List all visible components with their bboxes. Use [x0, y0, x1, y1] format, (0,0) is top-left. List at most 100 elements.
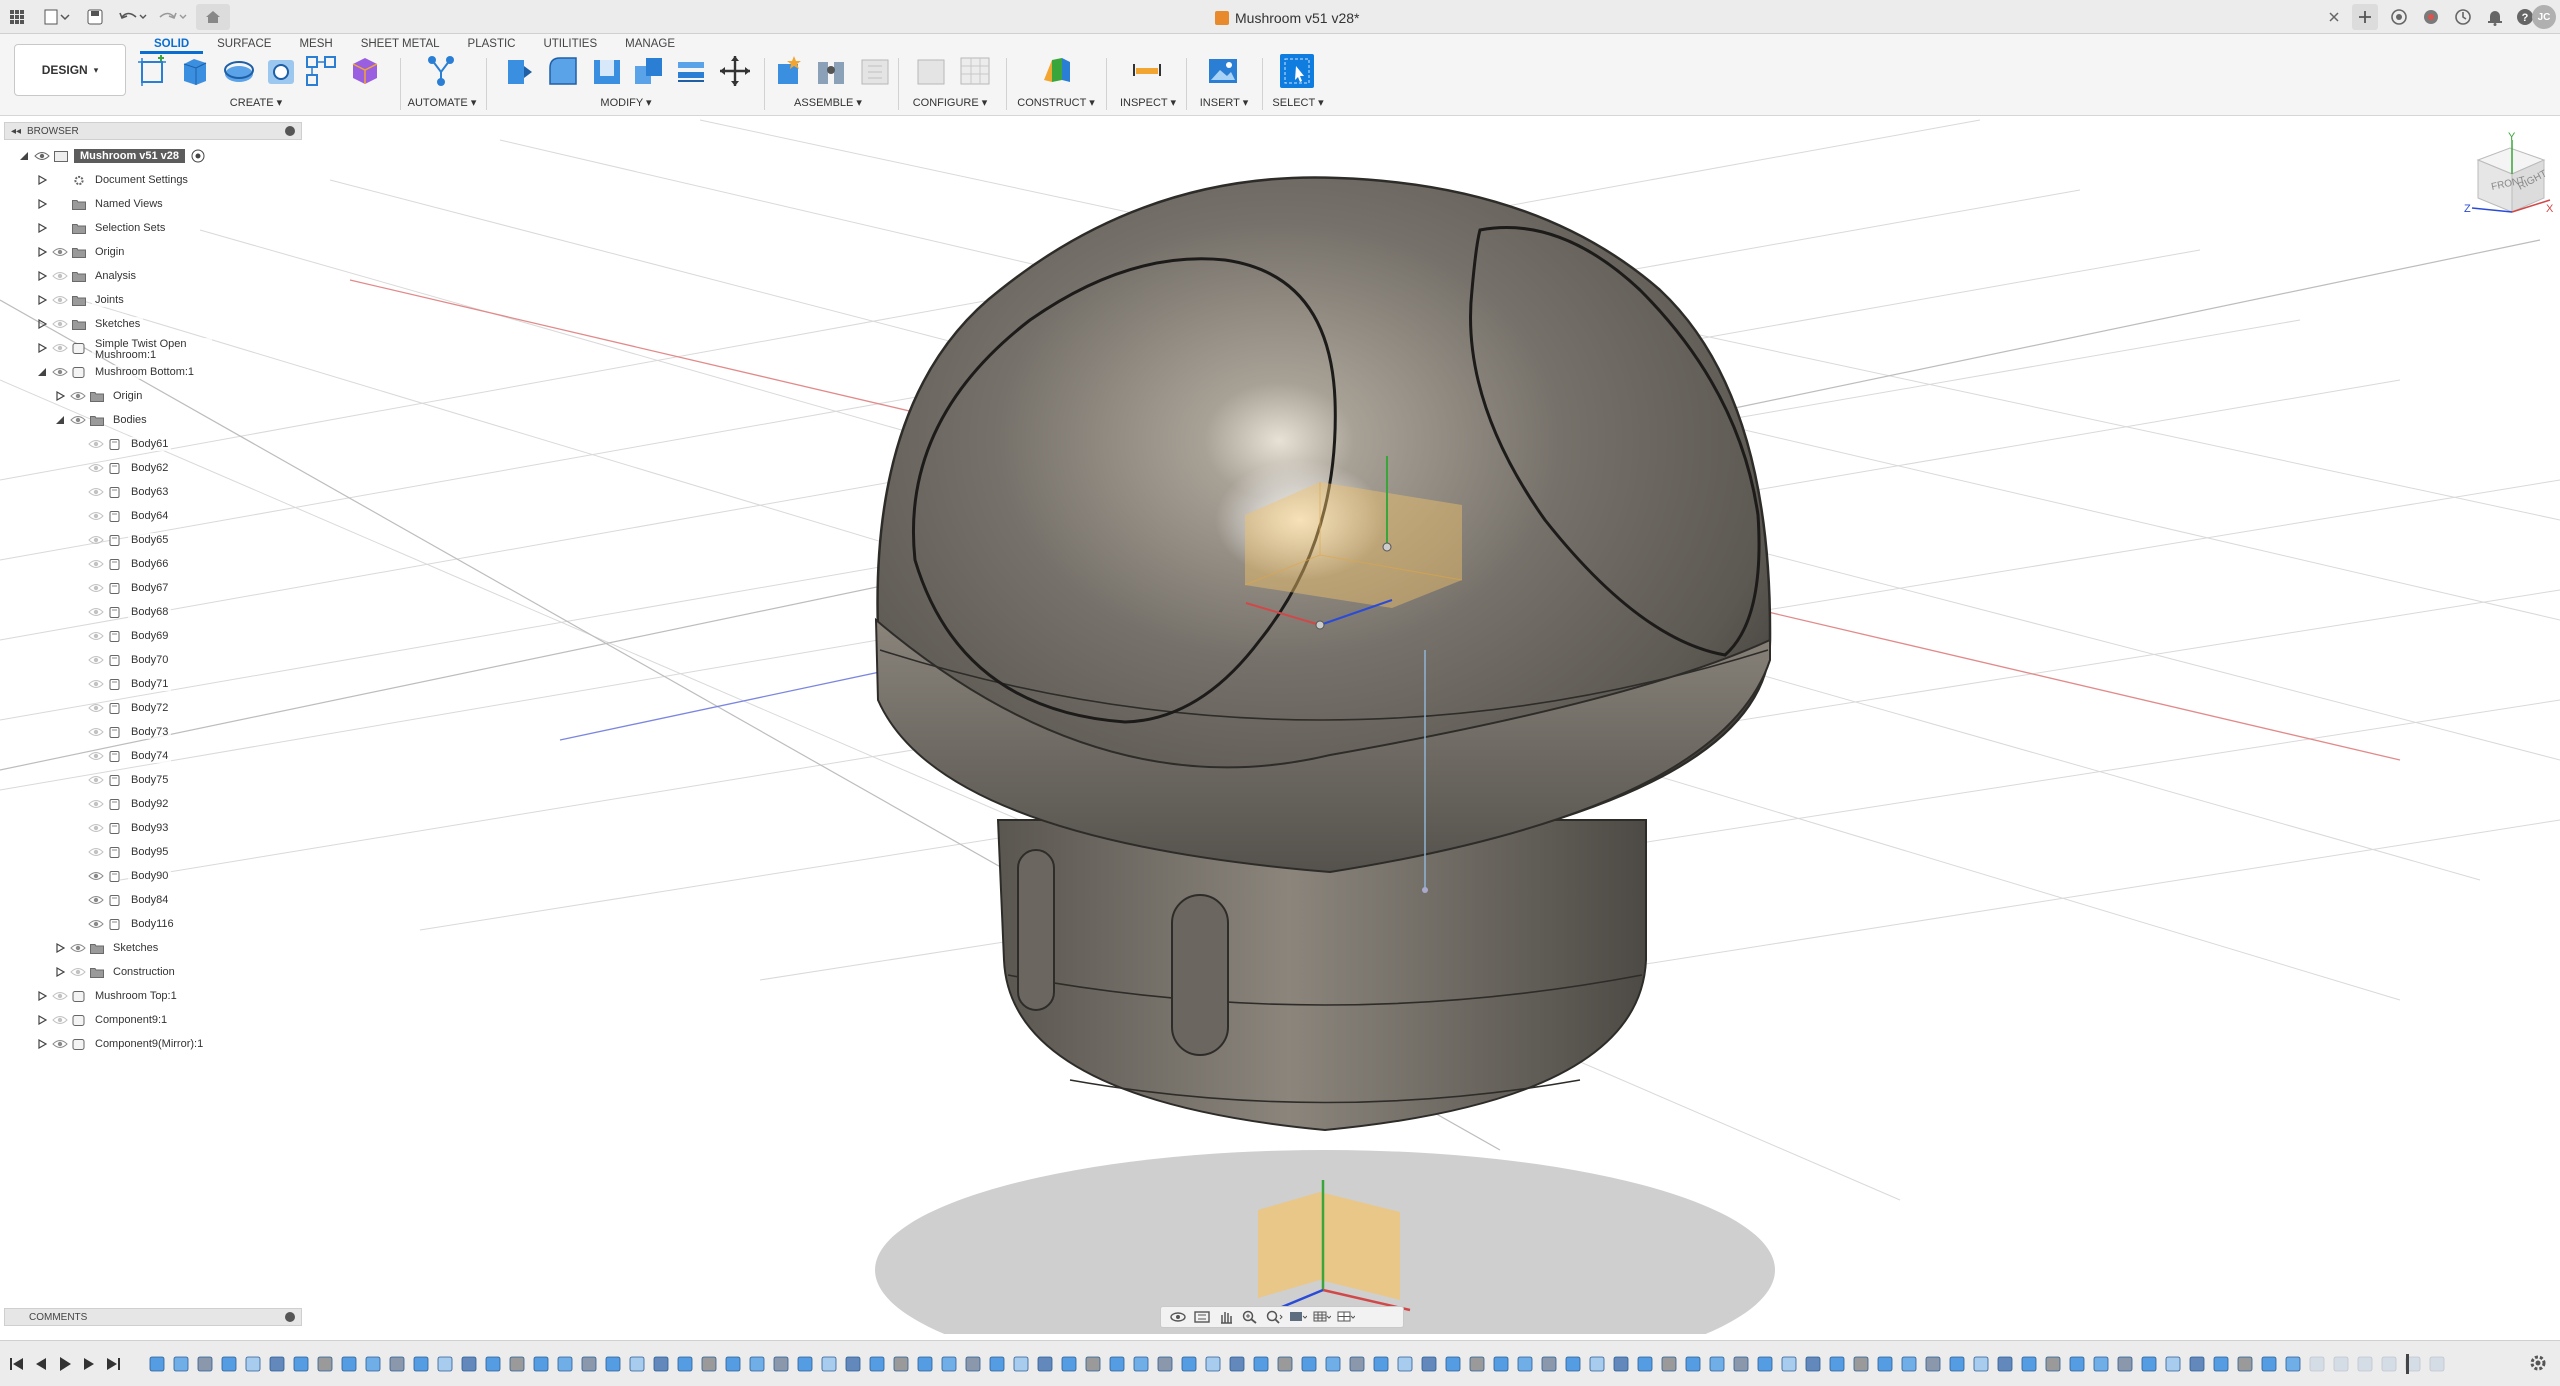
- tree-item-origin[interactable]: Origin: [54, 386, 146, 406]
- tree-item-origin[interactable]: Origin: [36, 242, 128, 262]
- timeline-feature[interactable]: [1805, 1356, 1821, 1372]
- timeline-feature[interactable]: [1421, 1356, 1437, 1372]
- timeline-feature[interactable]: [1373, 1356, 1389, 1372]
- timeline-feature[interactable]: [941, 1356, 957, 1372]
- automate-icon[interactable]: [424, 54, 458, 88]
- timeline-feature[interactable]: [1325, 1356, 1341, 1372]
- timeline-feature[interactable]: [965, 1356, 981, 1372]
- home-icon[interactable]: [196, 4, 230, 30]
- timeline-feature[interactable]: [773, 1356, 789, 1372]
- timeline-feature[interactable]: [1277, 1356, 1293, 1372]
- joint-origin-icon[interactable]: [858, 54, 892, 88]
- timeline-feature[interactable]: [845, 1356, 861, 1372]
- eye-icon[interactable]: [48, 294, 68, 306]
- timeline-feature[interactable]: [1517, 1356, 1533, 1372]
- timeline-feature[interactable]: [2237, 1356, 2253, 1372]
- eye-icon[interactable]: [48, 342, 68, 354]
- timeline-feature[interactable]: [701, 1356, 717, 1372]
- close-tab-icon[interactable]: [2326, 4, 2342, 30]
- tree-item-mushroom-bottom[interactable]: Mushroom Bottom:1: [36, 362, 198, 382]
- tree-item-sketches[interactable]: Sketches: [36, 314, 144, 334]
- timeline-feature[interactable]: [1757, 1356, 1773, 1372]
- tree-item-body[interactable]: Body66: [72, 554, 172, 574]
- timeline-feature[interactable]: [365, 1356, 381, 1372]
- timeline-feature[interactable]: [557, 1356, 573, 1372]
- timeline-feature[interactable]: [1013, 1356, 1029, 1372]
- timeline-feature[interactable]: [629, 1356, 645, 1372]
- tree-item-body[interactable]: Body70: [72, 650, 172, 670]
- automate-menu[interactable]: AUTOMATE ▾: [408, 96, 477, 109]
- timeline-feature[interactable]: [2021, 1356, 2037, 1372]
- modify-menu[interactable]: MODIFY ▾: [600, 96, 651, 109]
- timeline-feature[interactable]: [341, 1356, 357, 1372]
- zoom-window-icon[interactable]: [1265, 1310, 1283, 1324]
- timeline-feature[interactable]: [1181, 1356, 1197, 1372]
- inspect-menu[interactable]: INSPECT ▾: [1120, 96, 1176, 109]
- tree-item-body[interactable]: Body65: [72, 530, 172, 550]
- eye-icon[interactable]: [84, 534, 104, 546]
- timeline-feature[interactable]: [797, 1356, 813, 1372]
- timeline-feature[interactable]: [2189, 1356, 2205, 1372]
- eye-icon[interactable]: [84, 654, 104, 666]
- timeline-feature[interactable]: [437, 1356, 453, 1372]
- timeline-feature[interactable]: [413, 1356, 429, 1372]
- user-avatar[interactable]: JC: [2532, 5, 2556, 29]
- pan-hand-icon[interactable]: [1217, 1310, 1235, 1324]
- tree-item-body[interactable]: Body62: [72, 458, 172, 478]
- document-tab[interactable]: Mushroom v51 v28*: [1215, 6, 1360, 30]
- eye-icon[interactable]: [48, 318, 68, 330]
- select-icon[interactable]: [1280, 54, 1314, 88]
- collapse-panel-icon[interactable]: ◂◂: [5, 126, 27, 137]
- tab-manage[interactable]: MANAGE: [611, 34, 689, 54]
- collapsed-triangle-icon[interactable]: [36, 270, 48, 282]
- tree-item-body[interactable]: Body74: [72, 746, 172, 766]
- tree-item-body[interactable]: Body92: [72, 794, 172, 814]
- expanded-triangle-icon[interactable]: [36, 366, 48, 378]
- tree-item-construction[interactable]: Construction: [54, 962, 178, 982]
- new-component-icon[interactable]: [772, 54, 806, 88]
- timeline-feature[interactable]: [197, 1356, 213, 1372]
- move-icon[interactable]: [718, 54, 752, 88]
- tree-item-body[interactable]: Body71: [72, 674, 172, 694]
- timeline-feature[interactable]: [1229, 1356, 1245, 1372]
- tree-item-component9-mirror[interactable]: Component9(Mirror):1: [36, 1034, 207, 1054]
- collapsed-triangle-icon[interactable]: [54, 966, 66, 978]
- timeline-feature[interactable]: [677, 1356, 693, 1372]
- timeline-feature[interactable]: [1925, 1356, 1941, 1372]
- timeline-feature[interactable]: [1205, 1356, 1221, 1372]
- timeline-feature[interactable]: [1037, 1356, 1053, 1372]
- collapsed-triangle-icon[interactable]: [36, 1014, 48, 1026]
- timeline-feature[interactable]: [149, 1356, 165, 1372]
- timeline-feature[interactable]: [2309, 1356, 2325, 1372]
- eye-icon[interactable]: [48, 366, 68, 378]
- eye-icon[interactable]: [84, 918, 104, 930]
- redo-icon[interactable]: [156, 4, 190, 30]
- timeline-feature[interactable]: [989, 1356, 1005, 1372]
- timeline-marker[interactable]: [2406, 1354, 2409, 1374]
- tab-plastic[interactable]: PLASTIC: [454, 34, 530, 54]
- eye-icon[interactable]: [48, 990, 68, 1002]
- eye-icon[interactable]: [84, 846, 104, 858]
- timeline-feature[interactable]: [1661, 1356, 1677, 1372]
- timeline-feature[interactable]: [1901, 1356, 1917, 1372]
- tree-item-body[interactable]: Body116: [72, 914, 177, 934]
- stem-window[interactable]: [1017, 849, 1055, 1011]
- stem-window[interactable]: [1171, 894, 1229, 1056]
- timeline-feature[interactable]: [605, 1356, 621, 1372]
- timeline-feature[interactable]: [1829, 1356, 1845, 1372]
- timeline-feature[interactable]: [2261, 1356, 2277, 1372]
- timeline-feature[interactable]: [173, 1356, 189, 1372]
- tree-item-mushroom-top[interactable]: Mushroom Top:1: [36, 986, 180, 1006]
- timeline-feature[interactable]: [1061, 1356, 1077, 1372]
- timeline-feature[interactable]: [1565, 1356, 1581, 1372]
- timeline-feature[interactable]: [1685, 1356, 1701, 1372]
- timeline-feature[interactable]: [2333, 1356, 2349, 1372]
- go-to-end-icon[interactable]: [104, 1355, 122, 1373]
- timeline-feature[interactable]: [1493, 1356, 1509, 1372]
- timeline-feature[interactable]: [1157, 1356, 1173, 1372]
- timeline-feature[interactable]: [1637, 1356, 1653, 1372]
- timeline-feature[interactable]: [1349, 1356, 1365, 1372]
- press-pull-icon[interactable]: [502, 54, 536, 88]
- eye-icon[interactable]: [66, 942, 86, 954]
- timeline-feature[interactable]: [221, 1356, 237, 1372]
